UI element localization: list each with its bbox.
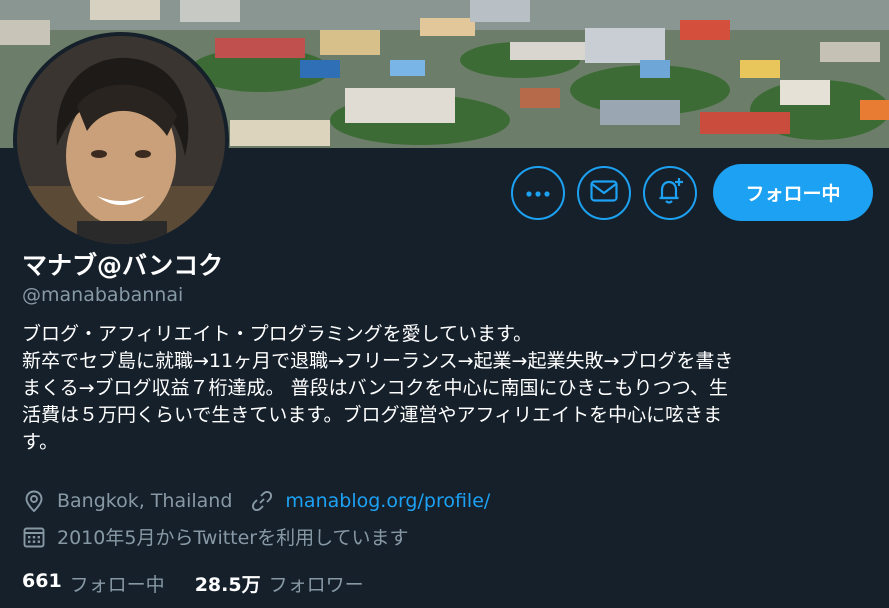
profile-counts: 661 フォロー中 28.5万 フォロワー	[22, 570, 364, 597]
bio-line: まくる→ブログ収益７桁達成。 普段はバンコクを中心に南国にひきこもりつつ、生	[22, 377, 728, 399]
profile-name: マナブ@バンコク	[22, 251, 224, 280]
location-pin-icon	[22, 489, 46, 513]
more-button[interactable]	[511, 165, 565, 220]
envelope-icon	[590, 179, 618, 206]
followers-count: 28.5万	[194, 574, 261, 596]
profile-actions: フォロー中	[511, 164, 873, 221]
profile-handle: @manababannai	[22, 284, 184, 306]
profile-avatar[interactable]	[13, 32, 229, 248]
message-button[interactable]	[577, 165, 631, 220]
followers-link[interactable]: 28.5万 フォロワー	[195, 570, 364, 597]
profile-joined-row: 2010年5月からTwitterを利用しています	[22, 523, 409, 550]
bio-line: ブログ・アフィリエイト・プログラミングを愛しています。	[22, 323, 533, 345]
following-count: 661	[22, 570, 62, 592]
profile-website-link[interactable]: manablog.org/profile/	[285, 490, 490, 512]
following-label: フォロー中	[69, 574, 165, 596]
bio-line: す。	[22, 431, 59, 453]
profile-joined-date: 2010年5月からTwitterを利用しています	[57, 527, 409, 549]
followers-label: フォロワー	[268, 574, 364, 596]
following-link[interactable]: 661 フォロー中	[22, 570, 165, 597]
calendar-icon	[22, 525, 46, 549]
avatar-photo	[17, 36, 225, 244]
bio-line: 新卒でセブ島に就職→11ヶ月で退職→フリーランス→起業→起業失敗→ブログを書き	[22, 350, 734, 372]
profile-location-row: Bangkok, Thailand manablog.org/profile/	[22, 489, 490, 513]
more-horizontal-icon	[525, 183, 551, 202]
bio-line: 活費は５万円くらいで生きています。ブログ運営やアフィリエイトを中心に呟きま	[22, 404, 723, 426]
profile-bio: ブログ・アフィリエイト・プログラミングを愛しています。 新卒でセブ島に就職→11…	[22, 321, 872, 456]
following-button[interactable]: フォロー中	[713, 164, 873, 221]
profile-location: Bangkok, Thailand	[57, 490, 233, 512]
notifications-button[interactable]	[643, 165, 697, 220]
link-icon	[250, 489, 274, 513]
bell-plus-icon	[655, 176, 685, 210]
